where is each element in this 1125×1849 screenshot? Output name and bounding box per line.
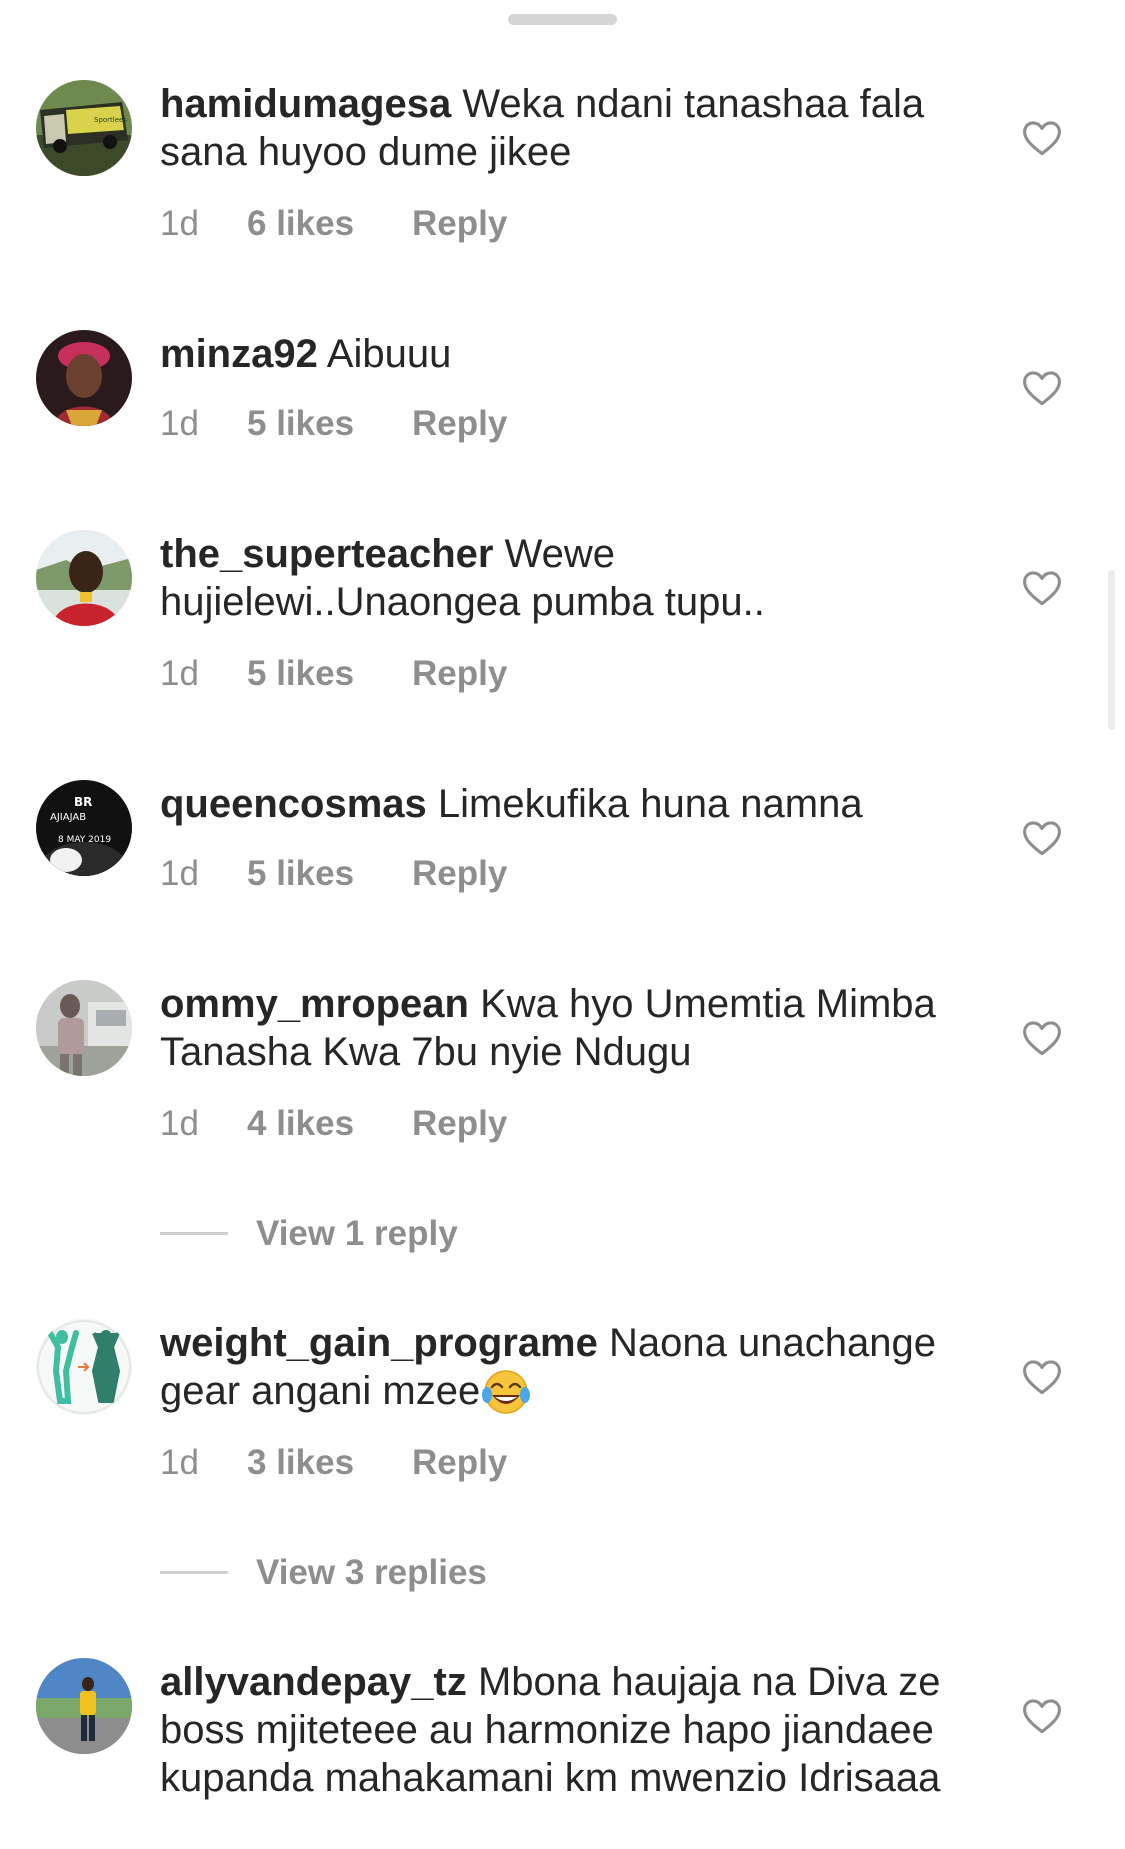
comment-meta: 1d 5 likes Reply — [160, 850, 507, 898]
comment-text: minza92 Aibuuu — [160, 330, 960, 378]
comment-username[interactable]: ommy_mropean — [160, 982, 469, 1026]
comment-meta: 1d 5 likes Reply — [160, 650, 507, 698]
comment-meta: 1d 3 likes Reply — [160, 1439, 507, 1487]
avatar-brand-text: AJIAJAB — [50, 812, 86, 823]
avatar[interactable]: Sportlees — [36, 80, 132, 176]
heart-outline-icon[interactable] — [1020, 816, 1064, 860]
sheet-grabber-handle[interactable] — [508, 14, 617, 25]
scrollbar[interactable] — [1108, 570, 1115, 730]
likes-count[interactable]: 3 likes — [247, 1439, 412, 1487]
comment-text: ommy_mropean Kwa hyo Umemtia Mimba Tanas… — [160, 980, 960, 1076]
comment-username[interactable]: weight_gain_programe — [160, 1321, 598, 1365]
comment-text: hamidumagesa Weka ndani tanashaa fala sa… — [160, 80, 960, 176]
reply-button[interactable]: Reply — [412, 204, 507, 243]
likes-count[interactable]: 6 likes — [247, 200, 412, 248]
avatar[interactable] — [36, 330, 132, 426]
view-replies-label: View 1 reply — [256, 1214, 458, 1253]
reply-button[interactable]: Reply — [412, 404, 507, 443]
comment-username[interactable]: hamidumagesa — [160, 82, 451, 126]
comment-text: queencosmas Limekufika huna namna — [160, 780, 960, 828]
likes-count[interactable]: 5 likes — [247, 650, 412, 698]
view-replies-button[interactable]: View 1 reply — [160, 1210, 458, 1258]
comment-time: 1d — [160, 204, 199, 243]
comment-body: Limekufika huna namna — [437, 782, 863, 826]
avatar[interactable] — [36, 530, 132, 626]
comment-username[interactable]: allyvandepay_tz — [160, 1660, 467, 1704]
likes-count[interactable]: 4 likes — [247, 1100, 412, 1148]
comment-username[interactable]: the_superteacher — [160, 532, 493, 576]
comment-meta: 1d 4 likes Reply — [160, 1100, 507, 1148]
likes-count[interactable]: 5 likes — [247, 850, 412, 898]
likes-count[interactable]: 5 likes — [247, 400, 412, 448]
reply-button[interactable]: Reply — [412, 654, 507, 693]
comment-time: 1d — [160, 854, 199, 893]
heart-outline-icon[interactable] — [1020, 1355, 1064, 1399]
reply-button[interactable]: Reply — [412, 854, 507, 893]
avatar-date-text: 8 MAY 2019 — [58, 835, 111, 845]
view-replies-label: View 3 replies — [256, 1553, 487, 1592]
heart-outline-icon[interactable] — [1020, 116, 1064, 160]
avatar[interactable] — [36, 1658, 132, 1754]
avatar[interactable] — [36, 980, 132, 1076]
view-replies-button[interactable]: View 3 replies — [160, 1549, 487, 1597]
reply-button[interactable]: Reply — [412, 1443, 507, 1482]
heart-outline-icon[interactable] — [1020, 366, 1064, 410]
view-replies-divider — [160, 1571, 228, 1575]
comment-time: 1d — [160, 654, 199, 693]
reply-button[interactable]: Reply — [412, 1104, 507, 1143]
comment-username[interactable]: minza92 — [160, 332, 318, 376]
heart-outline-icon[interactable] — [1020, 566, 1064, 610]
avatar[interactable] — [36, 1319, 132, 1415]
comment-text: the_superteacher Wewe hujielewi..Unaonge… — [160, 530, 960, 626]
comment-time: 1d — [160, 1443, 199, 1482]
comment-username[interactable]: queencosmas — [160, 782, 427, 826]
comment-meta: 1d 6 likes Reply — [160, 200, 507, 248]
comment-body: Aibuuu — [326, 332, 452, 376]
view-replies-divider — [160, 1232, 228, 1236]
heart-outline-icon[interactable] — [1020, 1694, 1064, 1738]
heart-outline-icon[interactable] — [1020, 1016, 1064, 1060]
avatar-bus-text: Sportlees — [94, 116, 127, 124]
avatar[interactable]: BR AJIAJAB 8 MAY 2019 — [36, 780, 132, 876]
comment-time: 1d — [160, 404, 199, 443]
avatar-logo-text: BR — [74, 795, 92, 809]
comment-time: 1d — [160, 1104, 199, 1143]
face-with-tears-of-joy-emoji — [480, 1367, 532, 1415]
comment-meta: 1d 5 likes Reply — [160, 400, 507, 448]
comment-text: weight_gain_programe Naona unachange gea… — [160, 1319, 960, 1415]
comment-text: allyvandepay_tz Mbona haujaja na Diva ze… — [160, 1658, 960, 1802]
